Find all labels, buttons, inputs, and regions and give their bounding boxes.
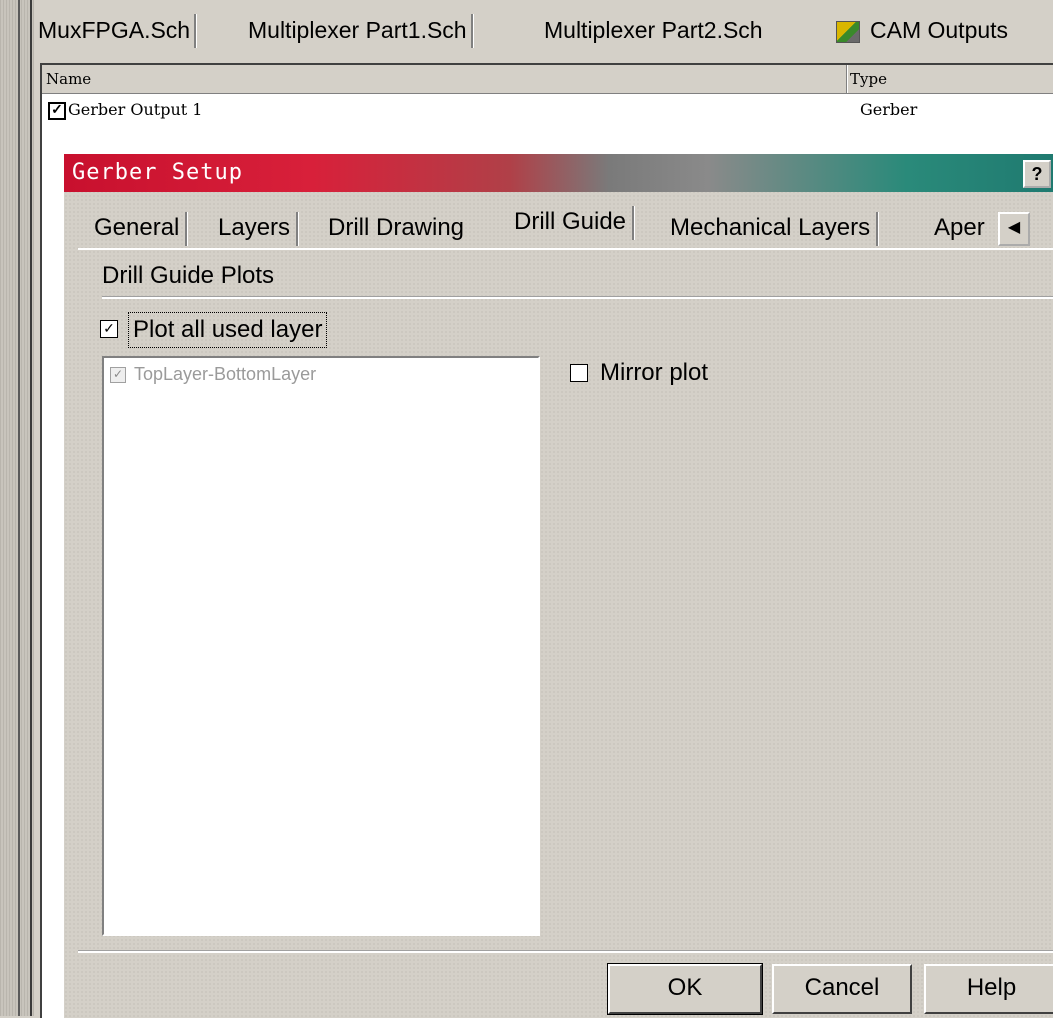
checkbox-label: Mirror plot [600, 359, 709, 386]
help-question-button[interactable]: ? [1023, 160, 1051, 188]
tab-separator [470, 14, 473, 48]
doc-tab-label: CAM Outputs [870, 17, 1009, 43]
tab-strip: General Layers Drill Drawing Drill Guide… [78, 202, 1053, 252]
column-header-type[interactable]: Type [850, 70, 887, 88]
list-item[interactable]: ✓ Gerber Output 1 Gerber [42, 98, 1053, 124]
checkbox-label: Plot all used layer [128, 312, 328, 348]
frame-divider [18, 0, 20, 1016]
tab-label: Mechanical Layers [670, 214, 871, 241]
button-divider [78, 950, 1053, 953]
column-separator[interactable] [846, 65, 847, 93]
tab-scroll-left-icon[interactable]: ◀ [998, 212, 1030, 246]
doc-tab-multiplexer-part1[interactable]: Multiplexer Part1.Sch [248, 10, 473, 50]
doc-tab-multiplexer-part2[interactable]: Multiplexer Part2.Sch [544, 10, 763, 50]
tab-baseline [78, 248, 1053, 250]
tab-label: Drill Drawing [328, 214, 465, 241]
tab-label: Drill Guide [514, 208, 627, 235]
layer-pair-list[interactable]: ✓ TopLayer-BottomLayer [102, 356, 540, 936]
dialog-title-bar[interactable]: Gerber Setup ? [64, 154, 1053, 192]
tab-layers[interactable]: Layers [218, 210, 299, 246]
group-title: Drill Guide Plots [102, 262, 275, 289]
doc-tab-label: Multiplexer Part1.Sch [248, 17, 467, 43]
tab-separator [632, 206, 635, 240]
output-type: Gerber [860, 100, 918, 119]
tab-label: General [94, 214, 180, 241]
doc-tab-cam-outputs[interactable]: CAM Outputs [836, 10, 1008, 50]
output-name: Gerber Output 1 [68, 100, 203, 119]
column-header-name[interactable]: Name [46, 70, 91, 88]
tab-separator [876, 212, 879, 246]
tab-separator [185, 212, 188, 246]
tab-apertures[interactable]: Aper [934, 210, 985, 246]
output-enabled-checkbox[interactable]: ✓ [48, 102, 66, 120]
checkbox-box[interactable] [570, 364, 588, 382]
doc-tab-label: MuxFPGA.Sch [38, 17, 191, 43]
group-divider [102, 296, 1053, 299]
help-button[interactable]: Help [924, 964, 1053, 1014]
gerber-setup-dialog: Gerber Setup ? General Layers Drill Draw… [62, 152, 1053, 1018]
doc-tab-muxfpga[interactable]: MuxFPGA.Sch [38, 10, 197, 50]
layer-checkbox: ✓ [110, 367, 126, 383]
tab-label: Layers [218, 214, 291, 241]
tab-separator [296, 212, 299, 246]
window-frame-left [0, 0, 34, 1016]
tab-general[interactable]: General [94, 210, 188, 246]
ok-button[interactable]: OK [607, 963, 763, 1015]
tab-separator [194, 14, 197, 48]
tab-drill-drawing[interactable]: Drill Drawing [328, 210, 464, 246]
layer-label: TopLayer-BottomLayer [134, 364, 317, 384]
document-tab-bar: MuxFPGA.Sch Multiplexer Part1.Sch Multip… [34, 0, 1053, 60]
tab-mechanical-layers[interactable]: Mechanical Layers [670, 210, 879, 246]
checkbox-box[interactable]: ✓ [100, 320, 118, 338]
frame-divider [30, 0, 32, 1016]
tab-drill-guide[interactable]: Drill Guide [514, 204, 635, 240]
tab-label: Aper [934, 214, 985, 241]
doc-tab-label: Multiplexer Part2.Sch [544, 17, 763, 43]
list-header: Name Type [42, 65, 1053, 94]
dialog-title: Gerber Setup [72, 160, 243, 185]
cam-outputs-icon [836, 20, 860, 43]
cancel-button[interactable]: Cancel [772, 964, 912, 1014]
